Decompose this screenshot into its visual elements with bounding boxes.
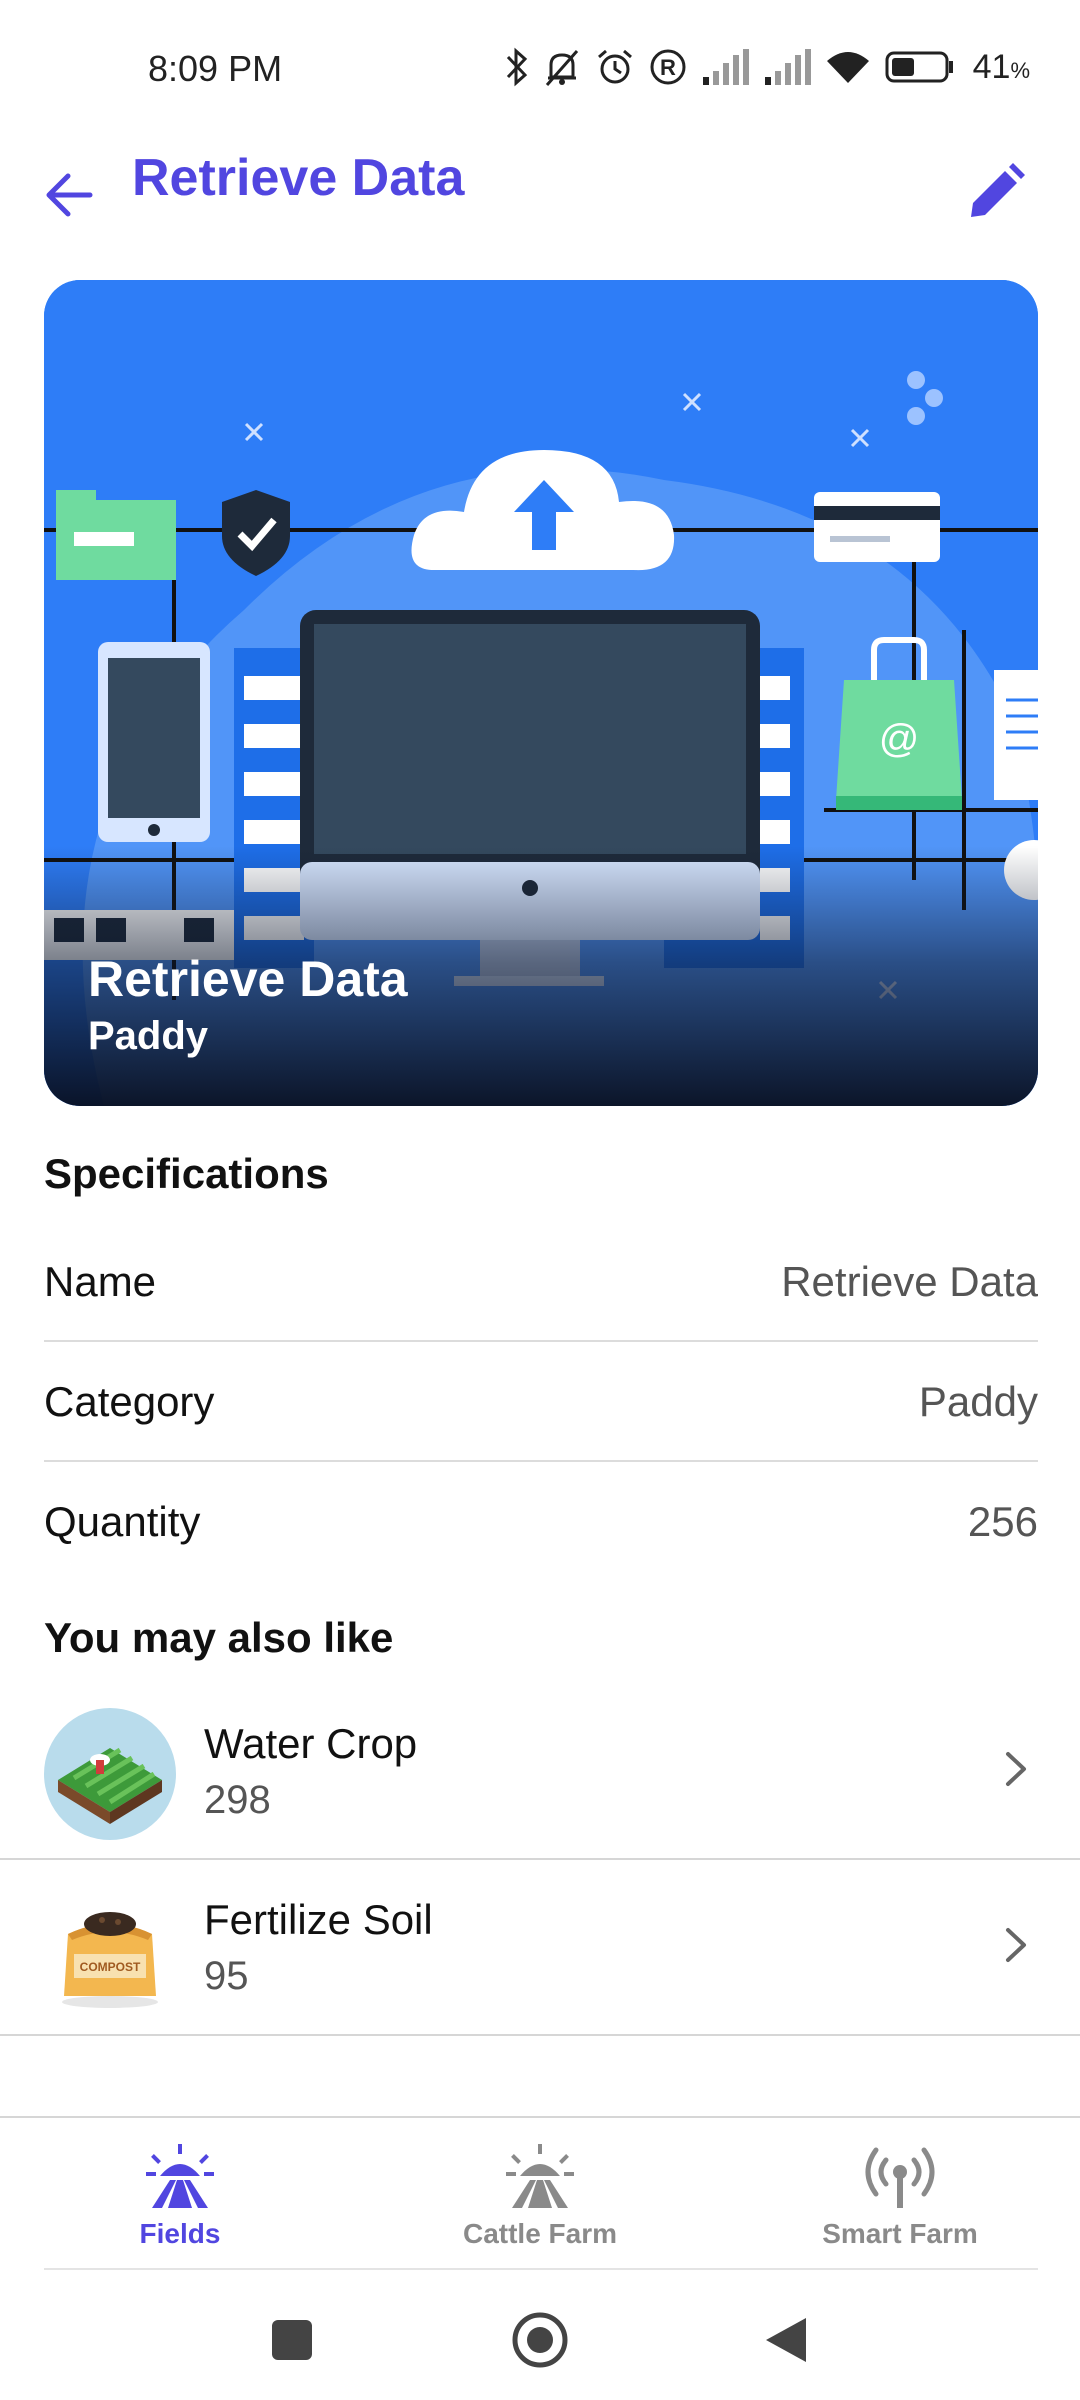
suggestion-item-water-crop[interactable]: Water Crop 298 [0,1684,1080,1860]
spec-row-category: Category Paddy [44,1342,1038,1462]
nav-label: Cattle Farm [462,2218,618,2249]
hero-image: @ Retrieve Data Paddy [44,280,1038,1106]
suggestion-name: Fertilize Soil [204,1896,433,1943]
bottom-navigation: Fields Cattle Farm Smart Farm [0,2116,1080,2272]
spec-value: 256 [967,1498,1038,1545]
spec-value: Retrieve Data [781,1258,1038,1305]
system-navigation-bar [0,2270,1080,2400]
compost-label: COMPOST [80,1960,141,1974]
registered-icon: R [649,48,687,86]
chevron-right-icon [1006,1928,1026,1962]
battery-icon [885,50,955,84]
spec-label: Name [44,1258,157,1305]
svg-text:@: @ [879,717,920,761]
nav-tab-cattle-farm[interactable]: Cattle Farm [360,2118,720,2274]
home-button[interactable] [510,2310,570,2370]
mute-bell-icon [543,47,581,87]
battery-percent: 41% [972,47,1030,86]
bluetooth-icon [505,47,529,87]
crop-field-thumbnail [44,1708,176,1840]
svg-text:R: R [660,55,676,80]
suggestion-quantity: 95 [204,1954,249,1998]
status-time: 8:09 PM [148,48,283,89]
alarm-icon [595,47,635,87]
signal-icon [701,49,749,85]
spec-label: Category [44,1378,215,1425]
circle-home-icon [512,2312,568,2368]
suggestions-heading: You may also like [44,1614,394,1661]
status-icons: R 41% [505,44,1030,90]
nav-tab-fields[interactable]: Fields [0,2118,360,2274]
nav-label: Fields [139,2218,221,2249]
compost-bag-thumbnail: COMPOST [62,1912,158,2008]
suggestion-quantity: 298 [204,1778,271,1822]
hero-title: Retrieve Data [88,951,408,1007]
recents-button[interactable] [262,2310,322,2370]
specifications-heading: Specifications [44,1150,329,1197]
field-sun-icon [146,2144,214,2208]
status-bar: 8:09 PM R 41% [0,0,1080,140]
spec-value: Paddy [918,1378,1038,1425]
wifi-icon [825,49,871,85]
page-title: Retrieve Data [132,149,465,207]
triangle-back-icon [766,2318,806,2362]
field-sun-icon [506,2144,574,2208]
suggestion-item-fertilize-soil[interactable]: COMPOST Fertilize Soil 95 [0,1860,1080,2036]
signal-icon-2 [763,49,811,85]
pencil-icon [971,163,1025,217]
edit-button[interactable] [956,152,1036,232]
suggestion-name: Water Crop [204,1720,418,1767]
arrow-left-icon [46,173,93,217]
back-button[interactable] [34,160,104,230]
back-nav-button[interactable] [756,2310,816,2370]
nav-label: Smart Farm [822,2218,978,2249]
spec-row-quantity: Quantity 256 [44,1462,1038,1582]
chevron-right-icon [1006,1752,1026,1786]
antenna-icon [865,2147,935,2208]
nav-tab-smart-farm[interactable]: Smart Farm [720,2118,1080,2274]
spec-label: Quantity [44,1498,201,1545]
hero-subtitle: Paddy [88,1014,209,1058]
square-icon [272,2320,312,2360]
spec-row-name: Name Retrieve Data [44,1222,1038,1342]
